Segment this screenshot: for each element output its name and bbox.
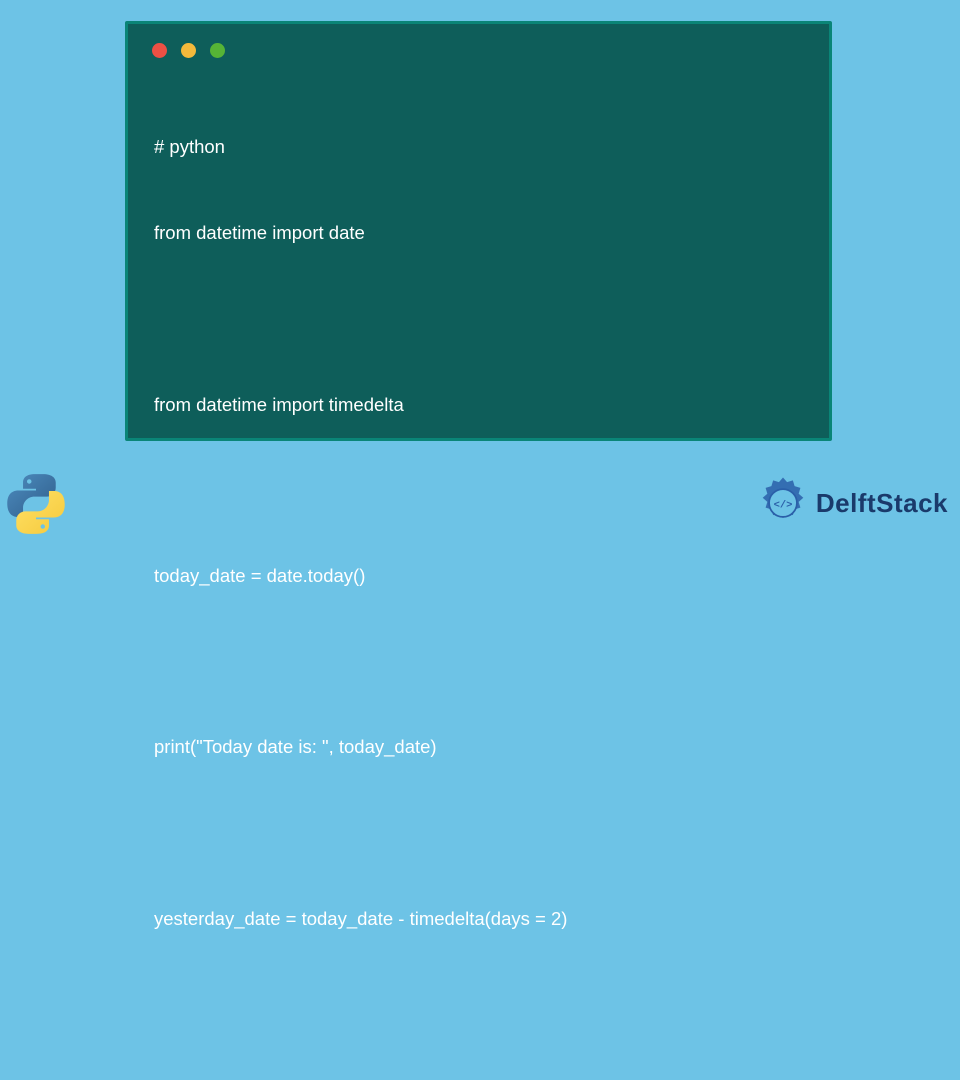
brand-watermark: </> DelftStack	[754, 474, 948, 532]
python-logo-icon	[5, 473, 67, 535]
code-line: yesterday_date = today_date - timedelta(…	[154, 905, 829, 934]
code-line: today_date = date.today()	[154, 562, 829, 591]
close-icon	[152, 43, 167, 58]
minimize-icon	[181, 43, 196, 58]
code-body: # python from datetime import date from …	[128, 58, 829, 1080]
code-line: # python	[154, 133, 829, 162]
code-window: # python from datetime import date from …	[125, 21, 832, 441]
svg-text:</>: </>	[773, 500, 792, 512]
window-controls	[128, 24, 829, 58]
code-line: print("Today date is: ", today_date)	[154, 733, 829, 762]
maximize-icon	[210, 43, 225, 58]
code-line: print("Date of the day before yesterday …	[154, 1076, 829, 1080]
brand-gear-icon: </>	[754, 474, 812, 532]
code-line: from datetime import timedelta	[154, 391, 829, 420]
brand-name: DelftStack	[816, 488, 948, 519]
code-line: from datetime import date	[154, 219, 829, 248]
